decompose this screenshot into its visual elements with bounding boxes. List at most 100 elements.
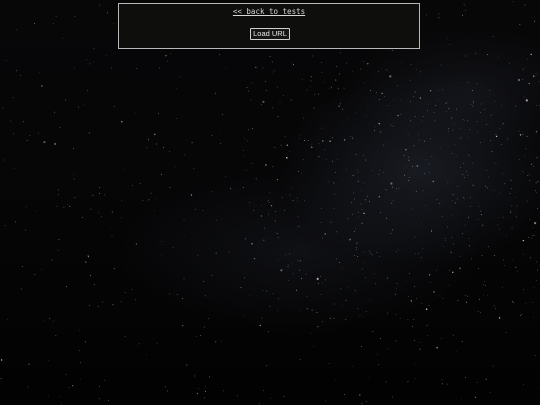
star — [536, 105, 538, 107]
star — [522, 68, 524, 70]
star — [220, 143, 222, 145]
star — [292, 273, 294, 275]
star — [538, 388, 540, 390]
star — [312, 147, 314, 148]
star — [498, 317, 501, 319]
star — [342, 179, 344, 181]
star — [322, 237, 324, 239]
star — [432, 180, 434, 183]
star — [303, 140, 305, 141]
star — [54, 111, 55, 113]
star — [351, 202, 353, 204]
star — [472, 102, 474, 104]
star — [448, 128, 449, 130]
star — [243, 150, 245, 151]
back-to-tests-link[interactable]: << back to tests — [119, 7, 419, 16]
star — [113, 23, 114, 25]
star — [274, 220, 276, 222]
star — [55, 335, 57, 337]
star — [380, 212, 381, 213]
star — [427, 110, 428, 112]
star — [310, 86, 311, 88]
star — [333, 318, 335, 319]
star — [458, 138, 460, 140]
star — [169, 150, 171, 152]
star — [503, 123, 504, 124]
star — [530, 53, 532, 56]
star — [462, 173, 464, 175]
star — [465, 377, 466, 378]
star — [407, 134, 409, 136]
star — [28, 363, 30, 365]
star — [533, 317, 534, 318]
star — [89, 304, 91, 306]
star — [191, 141, 193, 144]
star — [198, 388, 200, 389]
star — [13, 167, 15, 169]
star — [510, 210, 512, 212]
star — [275, 211, 276, 212]
star — [412, 326, 413, 327]
star — [468, 215, 470, 217]
star — [485, 285, 486, 287]
star — [110, 228, 111, 230]
star — [246, 140, 248, 142]
star — [297, 260, 299, 262]
star — [410, 64, 412, 65]
star — [416, 69, 417, 70]
star — [385, 381, 387, 383]
star — [200, 335, 201, 337]
star — [517, 271, 518, 273]
star — [536, 157, 538, 159]
star — [34, 23, 36, 24]
load-url-button[interactable]: Load URL — [250, 28, 290, 40]
star — [451, 117, 453, 119]
star — [355, 112, 357, 114]
star — [105, 55, 107, 56]
star — [285, 254, 286, 256]
star — [424, 140, 426, 142]
star — [382, 171, 384, 173]
star — [379, 169, 381, 171]
star — [342, 267, 343, 269]
star — [318, 282, 319, 284]
star — [351, 137, 354, 139]
star — [362, 154, 364, 156]
star — [321, 127, 323, 129]
star — [464, 294, 466, 296]
star — [534, 190, 536, 192]
star — [519, 24, 521, 25]
star — [452, 129, 454, 131]
star — [524, 155, 526, 157]
star — [493, 255, 495, 256]
star — [123, 168, 124, 170]
star — [320, 222, 322, 224]
star — [104, 379, 106, 381]
star — [422, 248, 424, 250]
star — [416, 297, 418, 299]
star — [249, 202, 250, 203]
star — [529, 173, 530, 175]
star — [504, 265, 505, 266]
star — [392, 186, 393, 188]
star — [299, 309, 301, 311]
star — [485, 378, 487, 380]
star — [352, 70, 354, 72]
star — [449, 270, 451, 272]
star — [184, 154, 186, 156]
star — [29, 135, 31, 137]
star — [509, 193, 511, 194]
star — [361, 268, 363, 270]
star — [329, 87, 330, 89]
star — [499, 127, 501, 129]
star — [467, 295, 469, 297]
star — [429, 90, 432, 92]
star — [507, 138, 508, 140]
star — [489, 90, 491, 91]
star — [308, 140, 309, 141]
star — [425, 159, 426, 161]
star — [376, 353, 378, 355]
star — [113, 268, 115, 270]
star — [333, 182, 335, 184]
star — [150, 192, 152, 194]
